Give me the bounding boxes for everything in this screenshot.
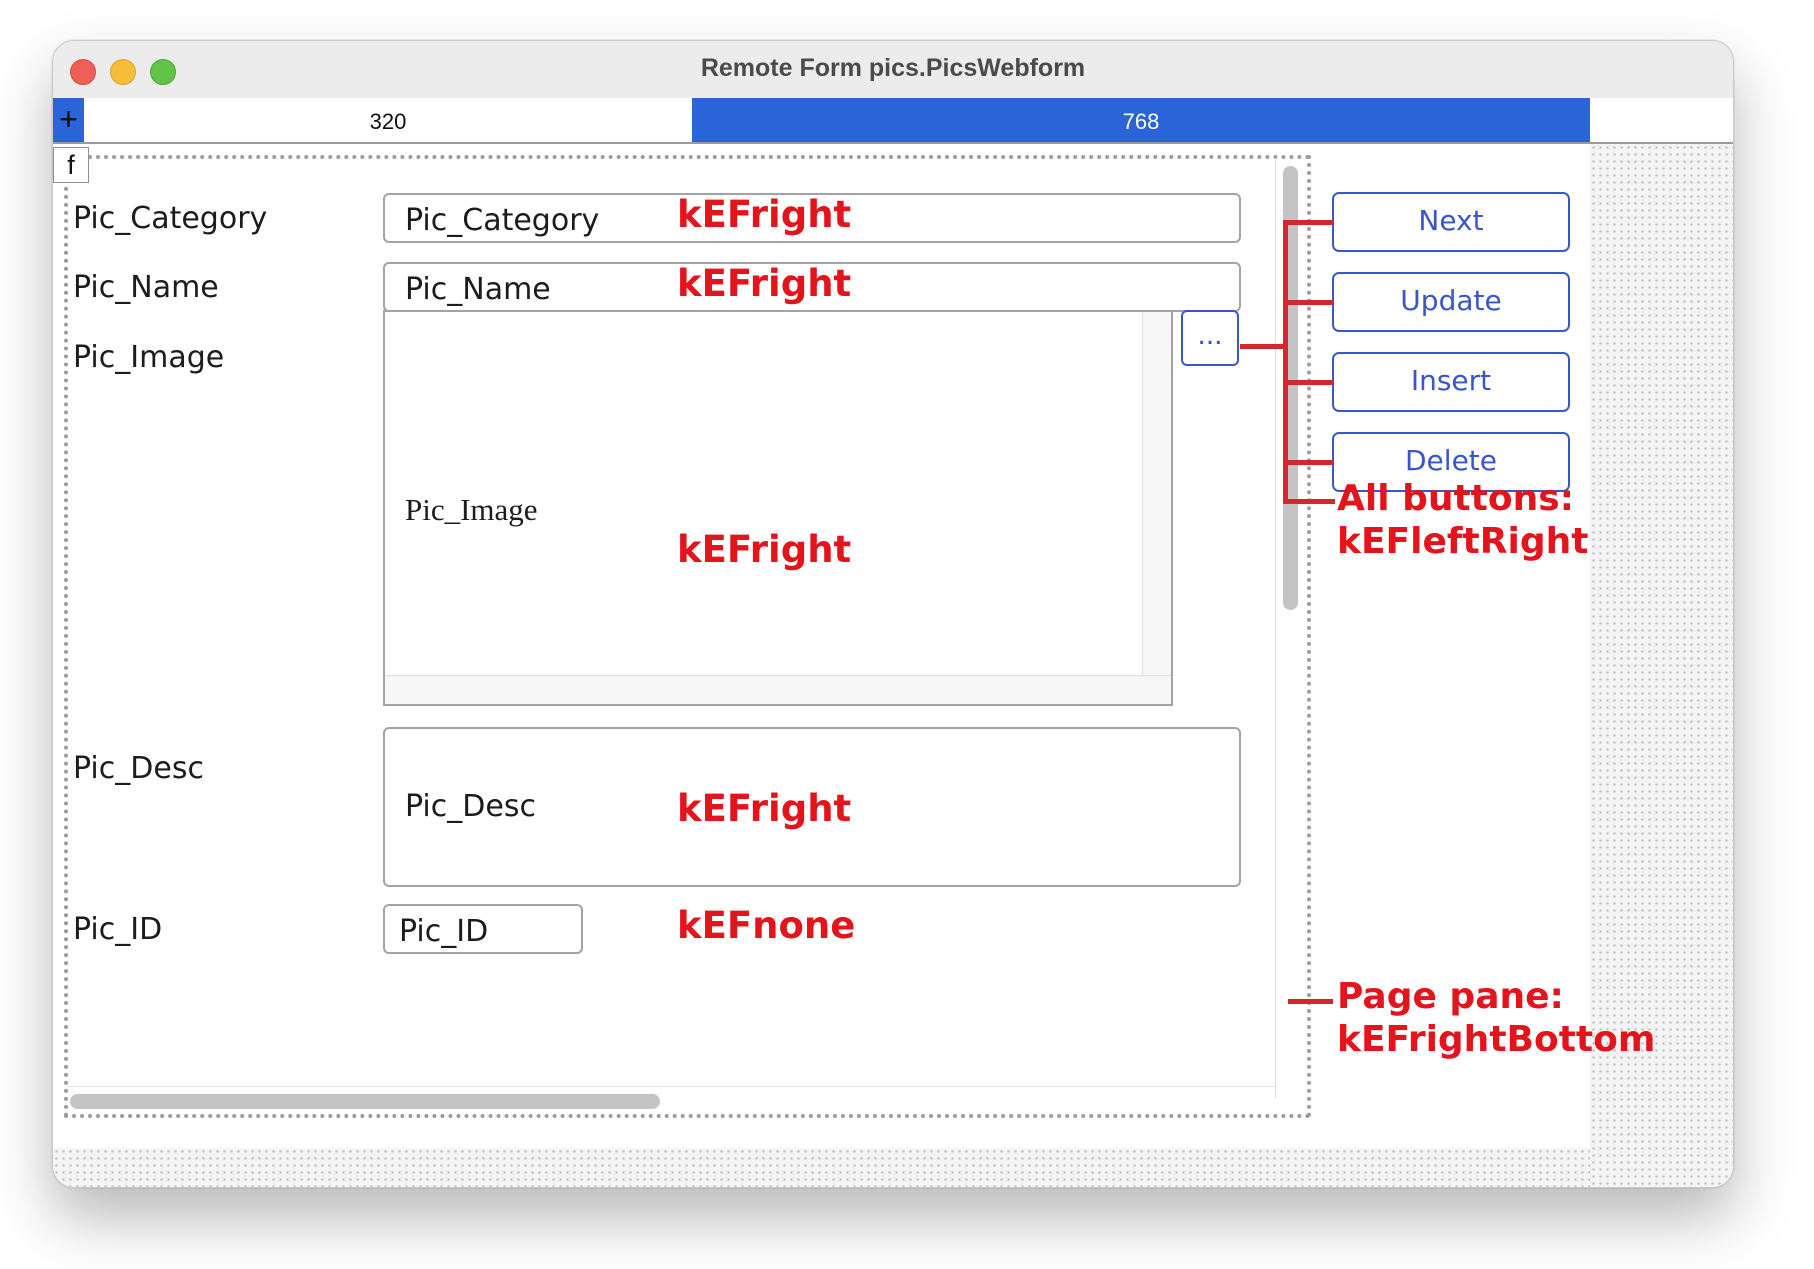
bracket-tick-next (1283, 220, 1333, 225)
breakpoint-320[interactable]: 320 (84, 98, 693, 142)
pic-category-label: Pic_Category (73, 201, 268, 236)
pic-id-value: Pic_ID (399, 914, 489, 949)
pic-image-label: Pic_Image (73, 340, 225, 375)
window-title: Remote Form pics.PicsWebform (700, 54, 1086, 82)
bracket-tick-insert (1283, 380, 1333, 385)
title-bar: Remote Form pics.PicsWebform (53, 41, 1733, 99)
pane-annotation-line (1288, 999, 1333, 1004)
add-breakpoint-button[interactable]: + (53, 98, 84, 142)
pic-image-anchor-note: kEFright (677, 528, 852, 571)
pic-id-label: Pic_ID (73, 912, 163, 947)
form-marker[interactable]: f (53, 147, 89, 183)
page-pane-anchor-annotation: Page pane: kEFrightBottom (1337, 975, 1655, 1061)
page-pane-vertical-track (1275, 158, 1276, 1098)
pic-image-vertical-scrollbar[interactable] (1142, 312, 1171, 704)
pic-name-anchor-note: kEFright (677, 262, 852, 305)
next-button[interactable]: Next (1332, 192, 1570, 252)
pane-annotation-line2: kEFrightBottom (1337, 1019, 1656, 1060)
pic-image-field[interactable]: Pic_Image (383, 310, 1173, 706)
update-button[interactable]: Update (1332, 272, 1570, 332)
background-grid-bottom (53, 1148, 1590, 1187)
buttons-anchor-annotation: All buttons: kEFleftRight (1337, 477, 1588, 563)
pic-desc-anchor-note: kEFright (677, 787, 852, 830)
pic-category-anchor-note: kEFright (677, 193, 852, 236)
pic-id-anchor-note: kEFnone (677, 904, 856, 947)
pic-name-value: Pic_Name (405, 272, 551, 307)
pic-name-label: Pic_Name (73, 270, 219, 305)
pane-annotation-line1: Page pane: (1337, 976, 1564, 1017)
breakpoint-bar: + 320 768 (53, 98, 1733, 144)
page-pane-horizontal-track (67, 1086, 1277, 1087)
remote-form-window: Remote Form pics.PicsWebform + 320 768 f… (52, 40, 1734, 1188)
insert-button[interactable]: Insert (1332, 352, 1570, 412)
bracket-tick-browse (1240, 344, 1285, 349)
pic-category-value: Pic_Category (405, 203, 600, 238)
buttons-annotation-line1: All buttons: (1337, 478, 1575, 519)
pic-image-value: Pic_Image (405, 492, 538, 527)
bracket-tick-annotation (1283, 499, 1335, 504)
pic-desc-value: Pic_Desc (405, 789, 536, 824)
pic-desc-label: Pic_Desc (73, 751, 204, 786)
form-design-area: f Pic_Category Pic_Category kEFright Pic… (53, 144, 1655, 1148)
horizontal-scrollbar[interactable] (70, 1094, 660, 1109)
pic-id-field[interactable]: Pic_ID (383, 904, 583, 954)
pic-image-horizontal-scrollbar[interactable] (385, 675, 1171, 704)
breakpoint-768[interactable]: 768 (692, 98, 1590, 142)
buttons-annotation-line2: kEFleftRight (1337, 521, 1589, 562)
bracket-tick-update (1283, 300, 1333, 305)
bracket-tick-delete (1283, 460, 1333, 465)
browse-image-button[interactable]: ... (1181, 310, 1239, 366)
